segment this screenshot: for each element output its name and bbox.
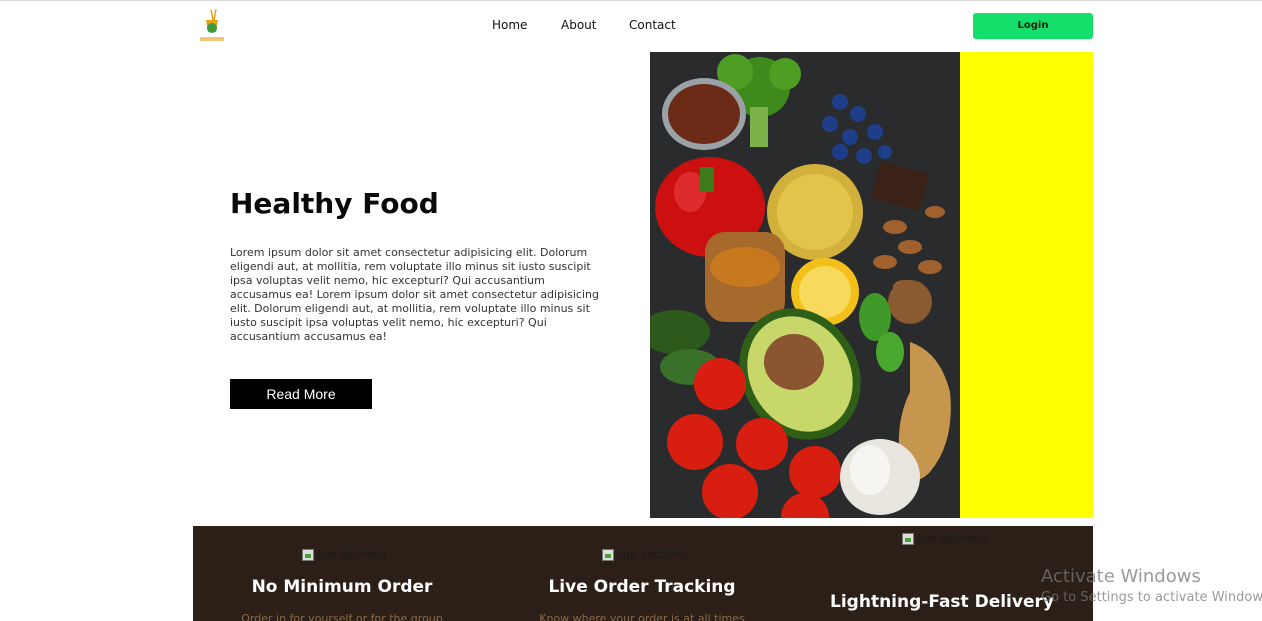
feature-1-image-alt: Sub Section1 [316, 548, 389, 561]
broken-image-icon [602, 548, 614, 561]
nav-contact-link[interactable]: Contact [629, 18, 676, 32]
read-more-button[interactable]: Read More [230, 379, 372, 409]
hero-title: Healthy Food [230, 187, 439, 220]
features-section: Sub Section1 No Minimum Order Order in f… [193, 526, 1093, 621]
yellow-panel [960, 52, 1093, 518]
feature-2-title: Live Order Tracking [548, 577, 736, 597]
top-border [0, 0, 1262, 1]
feature-1-image: Sub Section1 [302, 548, 388, 561]
broken-image-icon [302, 548, 314, 561]
activate-windows-subtitle: Go to Settings to activate Windows. [1041, 590, 1262, 605]
hero-food-image [650, 52, 960, 518]
feature-3-image-alt: Sub Section3 [916, 532, 989, 545]
feature-1-desc: Order in for yourself or for the group [241, 612, 443, 621]
hero-body-text: Lorem ipsum dolor sit amet consectetur a… [230, 246, 599, 343]
logo-icon[interactable] [197, 8, 227, 44]
broken-image-icon [902, 532, 914, 545]
nav-home-link[interactable]: Home [492, 18, 527, 32]
feature-1-title: No Minimum Order [251, 577, 433, 597]
feature-2-desc: Know where your order is at all times [539, 612, 745, 621]
feature-2-image: Sub Section2 [602, 548, 688, 561]
feature-3-title: Lightning-Fast Delivery [830, 592, 1054, 612]
nav-about-link[interactable]: About [561, 18, 596, 32]
feature-2-image-alt: Sub Section2 [616, 548, 689, 561]
login-button[interactable]: Login [973, 13, 1093, 39]
feature-3-image: Sub Section3 [902, 532, 988, 545]
activate-windows-title: Activate Windows [1041, 566, 1201, 587]
